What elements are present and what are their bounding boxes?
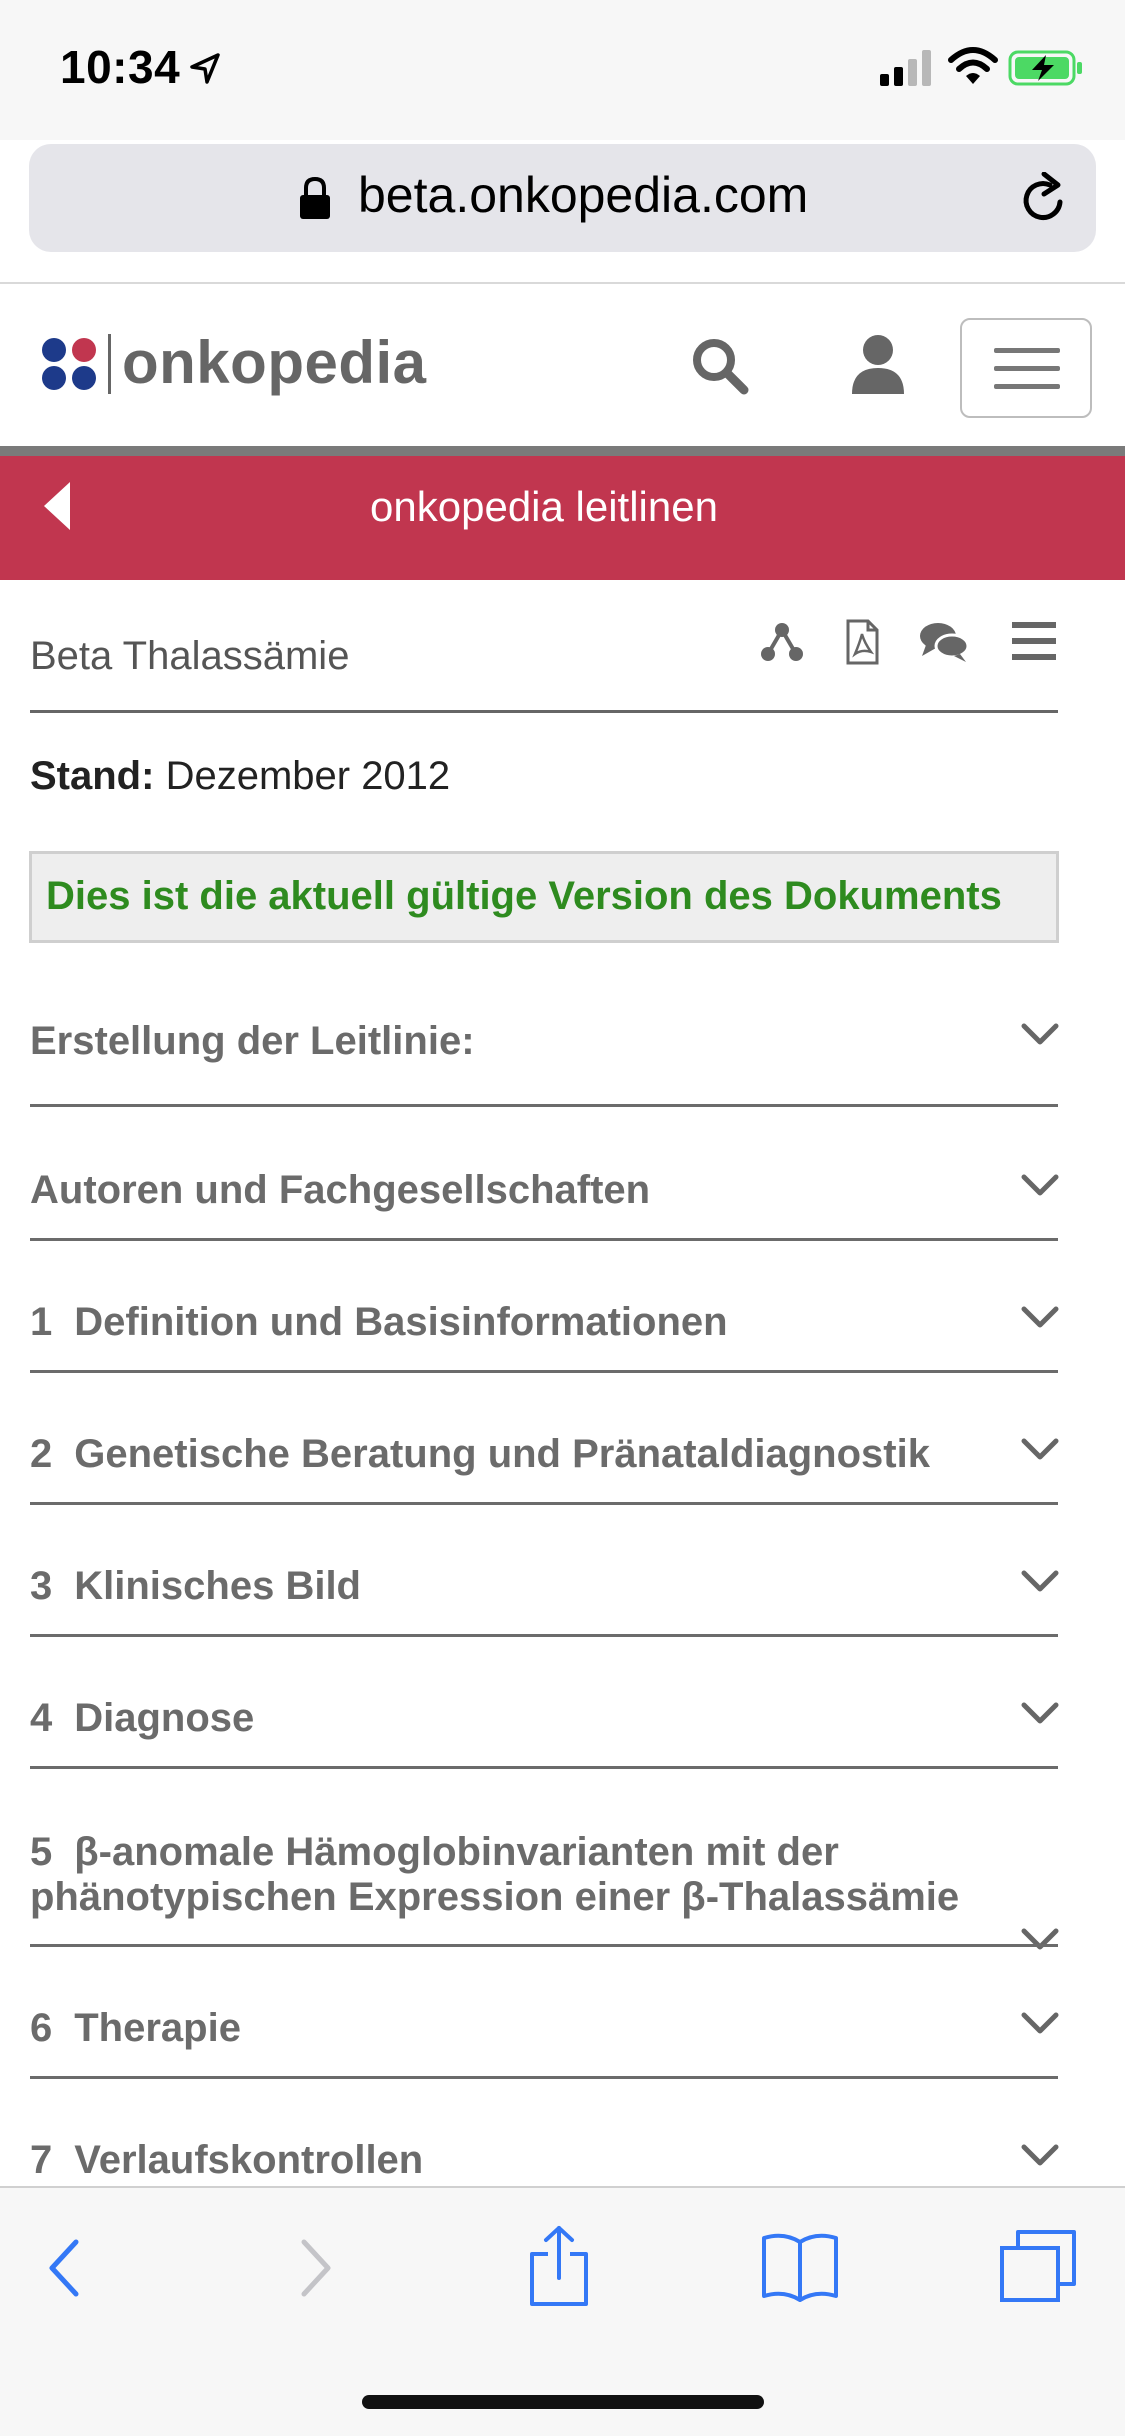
section-divider bbox=[30, 1944, 1058, 1947]
version-notice: Dies ist die aktuell gültige Version des… bbox=[29, 851, 1059, 943]
chevron-down-icon bbox=[1021, 2144, 1059, 2166]
menu-button[interactable] bbox=[960, 318, 1092, 418]
pdf-icon[interactable] bbox=[838, 618, 886, 666]
lock-icon bbox=[300, 176, 330, 219]
share-network-icon[interactable] bbox=[758, 618, 806, 666]
forward-icon[interactable] bbox=[296, 2236, 336, 2300]
bookmarks-icon[interactable] bbox=[760, 2230, 840, 2302]
title-divider bbox=[30, 710, 1058, 713]
home-indicator bbox=[362, 2395, 764, 2409]
location-arrow-icon bbox=[190, 53, 220, 84]
section-label-line2: phänotypischen Expression einer β-Thalas… bbox=[30, 1875, 960, 1919]
section-divider bbox=[30, 1104, 1058, 1107]
banner-title[interactable]: onkopedia leitlinen bbox=[0, 483, 1088, 531]
section-divider bbox=[30, 1502, 1058, 1505]
section-label: 5 β-anomale Hämoglobinvarianten mit der bbox=[30, 1830, 839, 1874]
url-text: beta.onkopedia.com bbox=[358, 167, 809, 223]
section-divider bbox=[30, 1766, 1058, 1769]
chevron-down-icon bbox=[1021, 1438, 1059, 1460]
section-label: 6 Therapie bbox=[30, 2006, 241, 2050]
section-label: 7 Verlaufskontrollen bbox=[30, 2138, 424, 2182]
section-label: 4 Diagnose bbox=[30, 1696, 255, 1740]
user-icon[interactable] bbox=[850, 334, 906, 396]
reload-icon[interactable] bbox=[1020, 172, 1070, 226]
tabs-icon[interactable] bbox=[998, 2228, 1078, 2304]
section-divider bbox=[30, 1238, 1058, 1241]
comments-icon[interactable] bbox=[918, 618, 970, 666]
section-label: 1 Definition und Basisinformationen bbox=[30, 1300, 728, 1344]
onkopedia-logo-icon[interactable] bbox=[40, 336, 104, 394]
wifi-icon bbox=[948, 47, 998, 84]
stand-value: Dezember 2012 bbox=[165, 754, 451, 798]
toc-menu-icon[interactable] bbox=[1010, 618, 1058, 666]
section-label: 3 Klinisches Bild bbox=[30, 1564, 361, 1608]
document-title: Beta Thalassämie bbox=[30, 634, 350, 678]
stand-line: Stand: Dezember 2012 bbox=[30, 754, 450, 799]
chevron-down-icon bbox=[1021, 2012, 1059, 2034]
section-divider bbox=[30, 1370, 1058, 1373]
cellular-signal-icon bbox=[880, 50, 931, 86]
chevron-down-icon bbox=[1021, 1174, 1059, 1196]
chevron-down-icon bbox=[1021, 1928, 1059, 1950]
version-notice-text: Dies ist die aktuell gültige Version des… bbox=[46, 874, 1002, 918]
logo-divider bbox=[108, 334, 111, 394]
share-icon[interactable] bbox=[528, 2224, 590, 2308]
section-divider bbox=[30, 2076, 1058, 2079]
stand-label: Stand: bbox=[30, 754, 155, 798]
back-icon[interactable] bbox=[44, 2236, 84, 2300]
section-divider bbox=[30, 1634, 1058, 1637]
logo-text[interactable]: onkopedia bbox=[122, 328, 427, 397]
search-icon[interactable] bbox=[690, 336, 750, 396]
status-time: 10:34 bbox=[60, 41, 181, 93]
chevron-down-icon bbox=[1021, 1023, 1059, 1045]
section-label: Erstellung der Leitlinie: bbox=[30, 1019, 475, 1063]
chevron-down-icon bbox=[1021, 1306, 1059, 1328]
chevron-down-icon bbox=[1021, 1570, 1059, 1592]
header-stripe bbox=[0, 446, 1125, 456]
section-label: Autoren und Fachgesellschaften bbox=[30, 1168, 651, 1212]
battery-charging-icon bbox=[1008, 50, 1082, 86]
chevron-down-icon bbox=[1021, 1702, 1059, 1724]
section-label: 2 Genetische Beratung und Pränataldiagnos… bbox=[30, 1432, 930, 1476]
